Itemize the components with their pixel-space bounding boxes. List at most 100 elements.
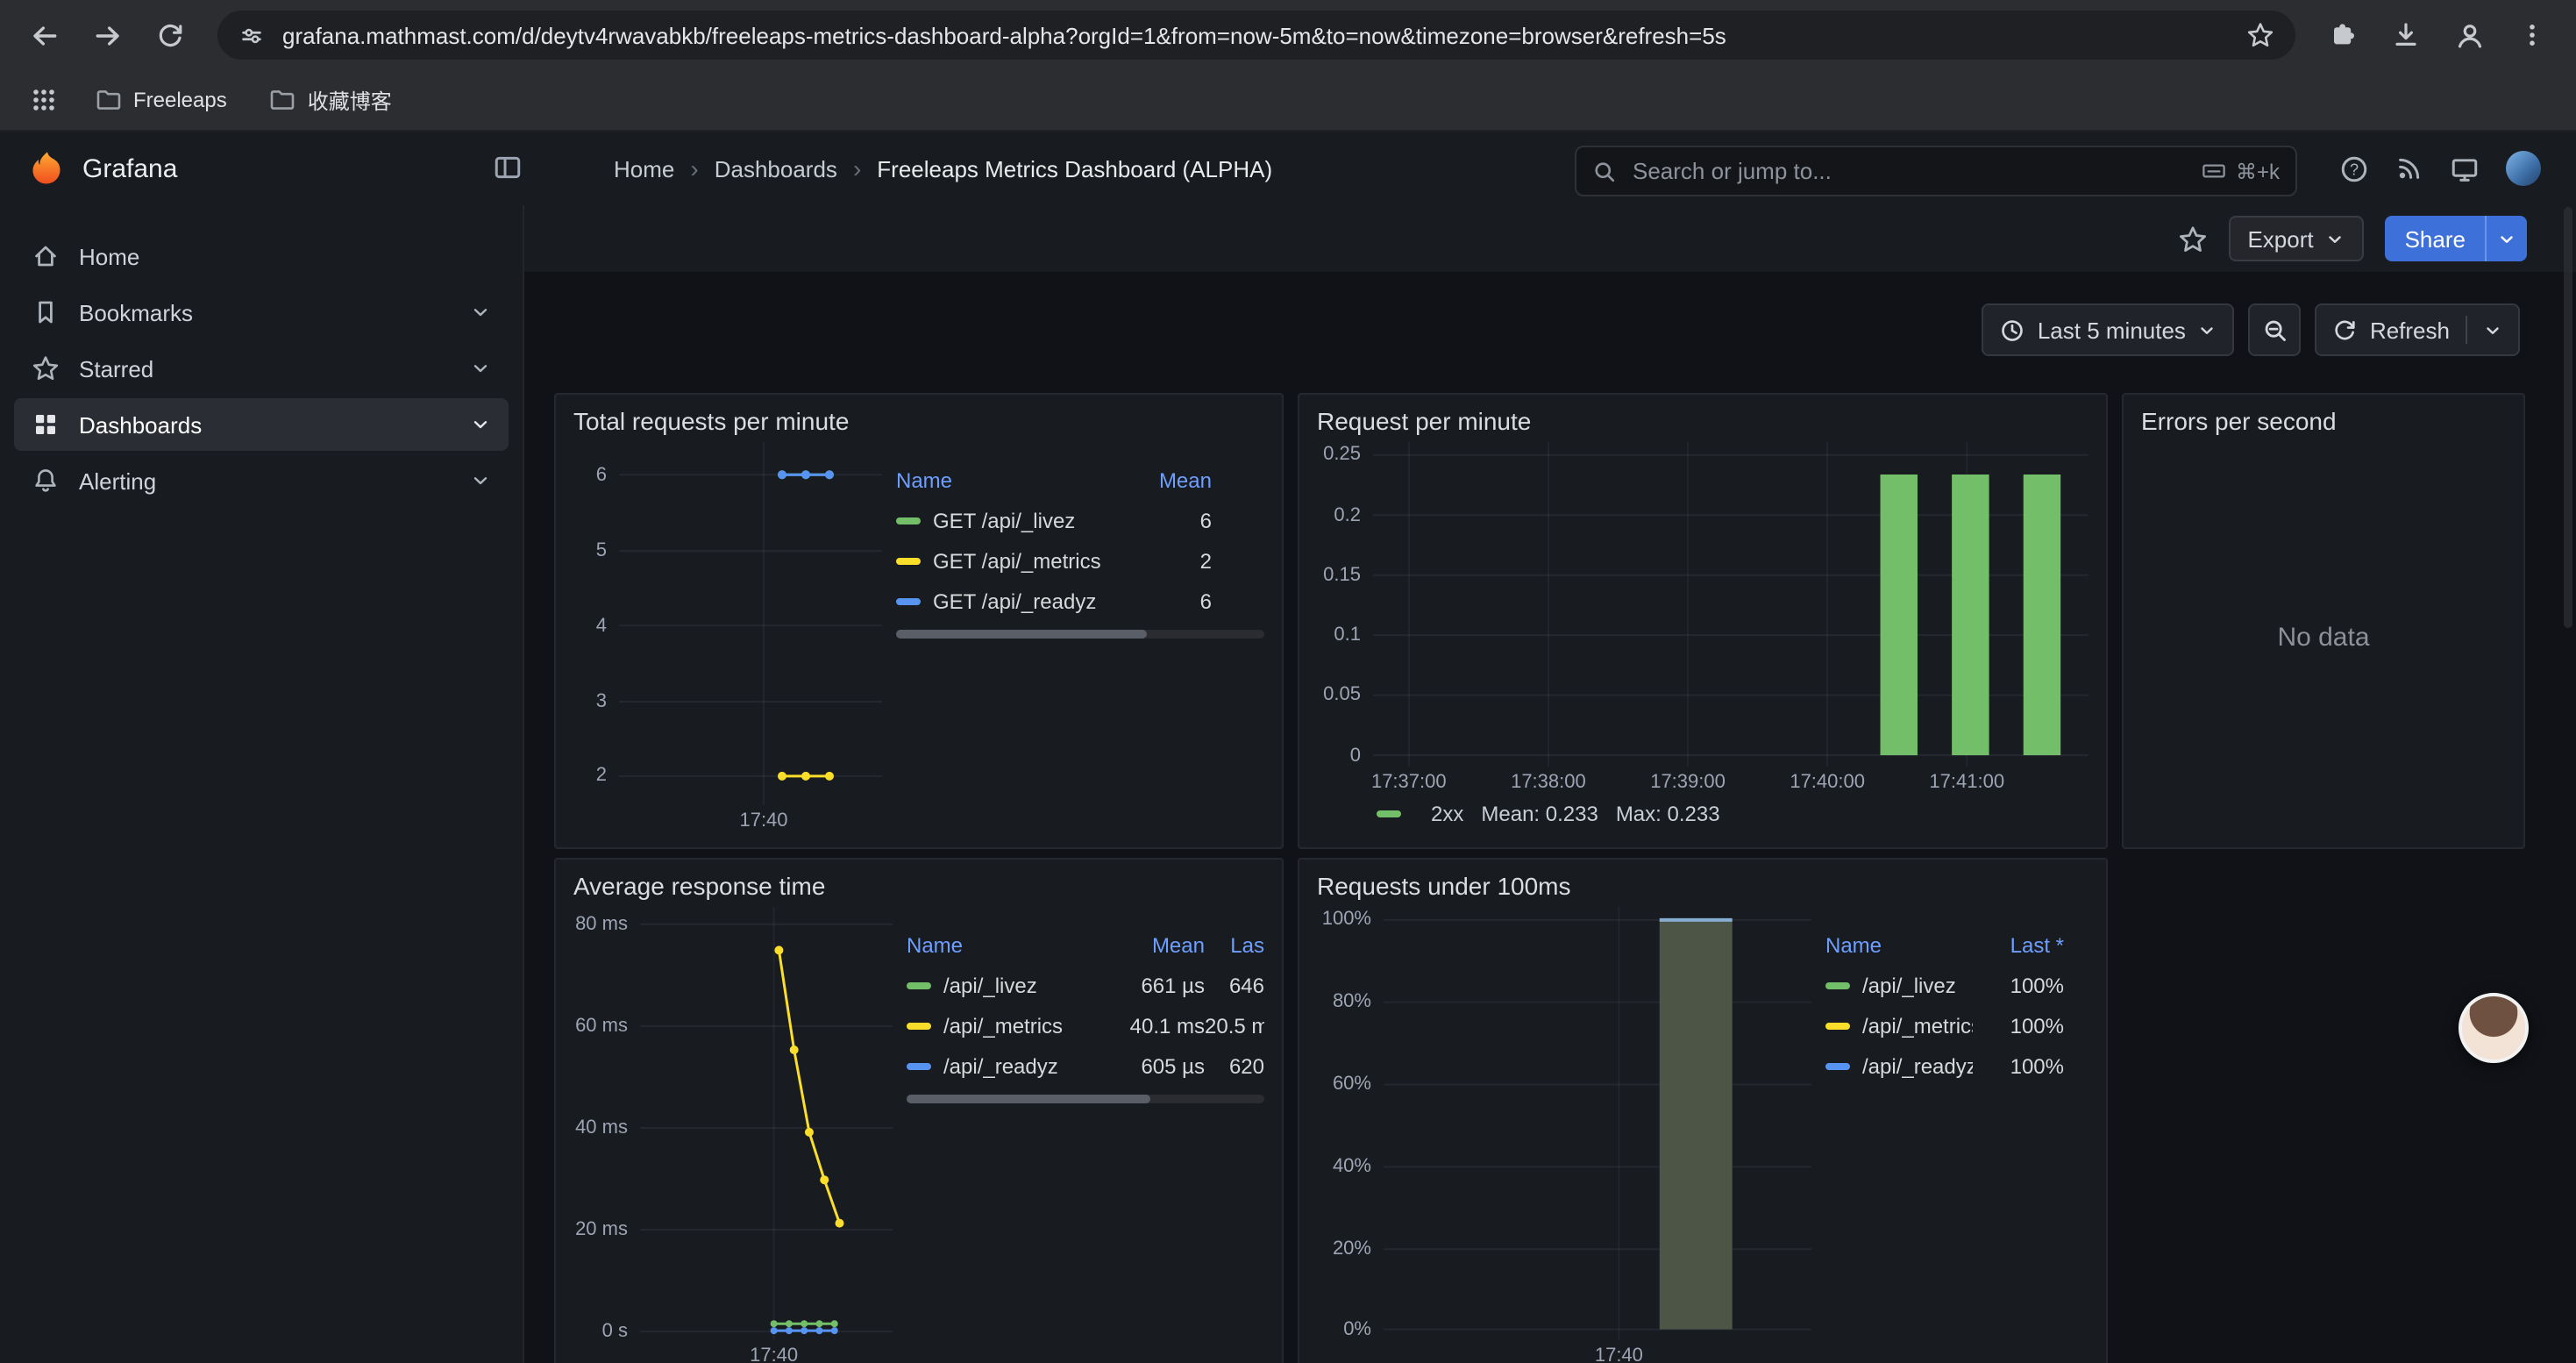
legend-row[interactable]: GET /api/_readyz 6 <box>896 581 1264 621</box>
panel-requests-under-100ms[interactable]: Requests under 100ms 100%80%60%40%20%0% … <box>1298 858 2108 1363</box>
plot-area[interactable] <box>1373 442 2089 767</box>
sidebar-item-bookmarks[interactable]: Bookmarks <box>14 286 509 339</box>
legend-col-name[interactable]: Name <box>1825 932 1973 957</box>
apps-button[interactable] <box>21 77 67 123</box>
grafana-brand-area: Grafana <box>0 149 551 188</box>
series-mean: 6 <box>1131 508 1212 532</box>
legend-col-name[interactable]: Name <box>896 467 1131 492</box>
reload-icon <box>156 21 184 49</box>
scrollbar-thumb[interactable] <box>896 630 1147 639</box>
panel-requests-per-minute[interactable]: Request per minute 0.250.20.150.10.050 1… <box>1298 393 2108 849</box>
avg-response-chart[interactable]: 80 ms60 ms40 ms20 ms0 s 17:40 <box>573 907 893 1363</box>
search-shortcut: ⌘+k <box>2201 158 2280 184</box>
zoom-out-button[interactable] <box>2249 303 2302 356</box>
series-last: 20.5 m <box>1205 1013 1264 1038</box>
browser-menu-button[interactable] <box>2506 9 2558 61</box>
legend-col-last[interactable]: Las <box>1205 932 1264 957</box>
export-button[interactable]: Export <box>2228 216 2364 261</box>
home-icon <box>32 242 60 270</box>
bookmark-folder-blogs[interactable]: 收藏博客 <box>255 78 406 122</box>
chevron-down-icon[interactable] <box>2483 320 2502 339</box>
chevron-down-icon <box>470 414 491 435</box>
plot-area[interactable] <box>640 907 893 1340</box>
reload-button[interactable] <box>144 9 196 61</box>
total-requests-chart[interactable]: 65432 17:40 <box>573 442 882 833</box>
series-name[interactable]: GET /api/_livez <box>933 508 1131 532</box>
legend-row[interactable]: /api/_livez 661 µs 646 <box>907 965 1264 1005</box>
share-button[interactable]: Share <box>2386 216 2527 261</box>
panel-errors-per-second[interactable]: Errors per second No data <box>2122 393 2525 849</box>
sidebar-item-label: Starred <box>79 355 153 382</box>
legend-scrollbar[interactable] <box>907 1095 1264 1103</box>
scrollbar-thumb[interactable] <box>907 1095 1149 1103</box>
legend-row[interactable]: /api/_metrics 40.1 ms 20.5 m <box>907 1005 1264 1045</box>
series-name[interactable]: /api/_livez <box>943 973 1107 997</box>
legend-col-name[interactable]: Name <box>907 932 1107 957</box>
legend-row[interactable]: /api/_readyz 100% <box>1825 1045 2089 1086</box>
apps-grid-icon <box>30 86 58 114</box>
series-name[interactable]: /api/_readyz <box>943 1053 1107 1078</box>
series-color-dash <box>896 517 921 524</box>
search-box[interactable]: ⌘+k <box>1575 146 2297 196</box>
legend-row[interactable]: /api/_readyz 605 µs 620 <box>907 1045 1264 1086</box>
series-name[interactable]: /api/_metrics <box>943 1013 1107 1038</box>
legend-row[interactable]: GET /api/_livez 6 <box>896 500 1264 540</box>
refresh-button[interactable]: Refresh <box>2316 303 2520 356</box>
series-name[interactable]: /api/_readyz <box>1862 1053 1973 1078</box>
monitor-icon[interactable] <box>2450 153 2480 183</box>
share-menu-button[interactable] <box>2485 216 2527 261</box>
panel-title: Request per minute <box>1317 407 2089 435</box>
forward-button[interactable] <box>81 9 133 61</box>
help-icon[interactable]: ? <box>2339 153 2369 183</box>
panel-avg-response-time[interactable]: Average response time 80 ms60 ms40 ms20 … <box>554 858 1284 1363</box>
series-name[interactable]: 2xx <box>1431 802 1463 826</box>
favorite-dashboard-button[interactable] <box>2177 224 2207 253</box>
legend-row[interactable]: /api/_livez 100% <box>1825 965 2089 1005</box>
series-name[interactable]: GET /api/_readyz <box>933 589 1131 613</box>
search-input[interactable] <box>1629 156 2201 186</box>
sidebar-item-alerting[interactable]: Alerting <box>14 454 509 507</box>
time-range-picker[interactable]: Last 5 minutes <box>1982 303 2235 356</box>
plot-area[interactable] <box>1384 907 1811 1340</box>
grafana-logo[interactable] <box>28 149 67 188</box>
folder-icon <box>95 86 123 114</box>
legend-inline[interactable]: 2xx Mean: 0.233 Max: 0.233 <box>1317 795 2089 833</box>
news-rss-icon[interactable] <box>2395 154 2423 182</box>
breadcrumb-home[interactable]: Home <box>614 155 674 182</box>
back-button[interactable] <box>18 9 70 61</box>
page-scrollbar[interactable] <box>2564 207 2572 628</box>
extensions-button[interactable] <box>2316 9 2369 61</box>
share-label[interactable]: Share <box>2386 216 2485 261</box>
bookmark-star-icon[interactable] <box>2246 21 2274 49</box>
plot-area[interactable] <box>619 442 882 805</box>
under-100ms-chart[interactable]: 100%80%60%40%20%0% 17:40 <box>1317 907 1811 1363</box>
url-bar[interactable]: grafana.mathmast.com/d/deytv4rwavabkb/fr… <box>217 11 2295 60</box>
sidebar-item-dashboards[interactable]: Dashboards <box>14 398 509 451</box>
assistant-avatar[interactable] <box>2459 993 2529 1063</box>
series-name[interactable]: /api/_livez <box>1862 973 1973 997</box>
panel-total-requests[interactable]: Total requests per minute 65432 17:40 Na… <box>554 393 1284 849</box>
sidebar-item-home[interactable]: Home <box>14 230 509 282</box>
legend-header: Name Mean Las <box>907 924 1264 965</box>
series-name[interactable]: GET /api/_metrics <box>933 548 1131 573</box>
downloads-button[interactable] <box>2380 9 2432 61</box>
browser-toolbar: grafana.mathmast.com/d/deytv4rwavabkb/fr… <box>0 0 2576 70</box>
panel-title: Total requests per minute <box>573 407 1264 435</box>
requests-per-minute-chart[interactable]: 0.250.20.150.10.050 17:37:0017:38:0017:3… <box>1317 442 2089 795</box>
sidebar-item-starred[interactable]: Starred <box>14 342 509 395</box>
toggle-sidebar-button[interactable] <box>493 153 523 184</box>
forward-arrow-icon <box>92 20 122 50</box>
legend-col-mean[interactable]: Mean <box>1131 467 1212 492</box>
profile-button[interactable] <box>2443 9 2495 61</box>
legend-col-last[interactable]: Last * <box>1973 932 2064 957</box>
refresh-label: Refresh <box>2370 317 2450 343</box>
bookmark-folder-freeleaps[interactable]: Freeleaps <box>81 79 241 121</box>
legend-row[interactable]: GET /api/_metrics 2 <box>896 540 1264 581</box>
user-avatar[interactable] <box>2506 151 2541 186</box>
legend-col-mean[interactable]: Mean <box>1107 932 1205 957</box>
legend-row[interactable]: /api/_metrics 100% <box>1825 1005 2089 1045</box>
legend-scrollbar[interactable] <box>896 630 1264 639</box>
breadcrumb-dashboards[interactable]: Dashboards <box>715 155 837 182</box>
series-name[interactable]: /api/_metrics <box>1862 1013 1973 1038</box>
header-icons: ? <box>2339 132 2541 205</box>
